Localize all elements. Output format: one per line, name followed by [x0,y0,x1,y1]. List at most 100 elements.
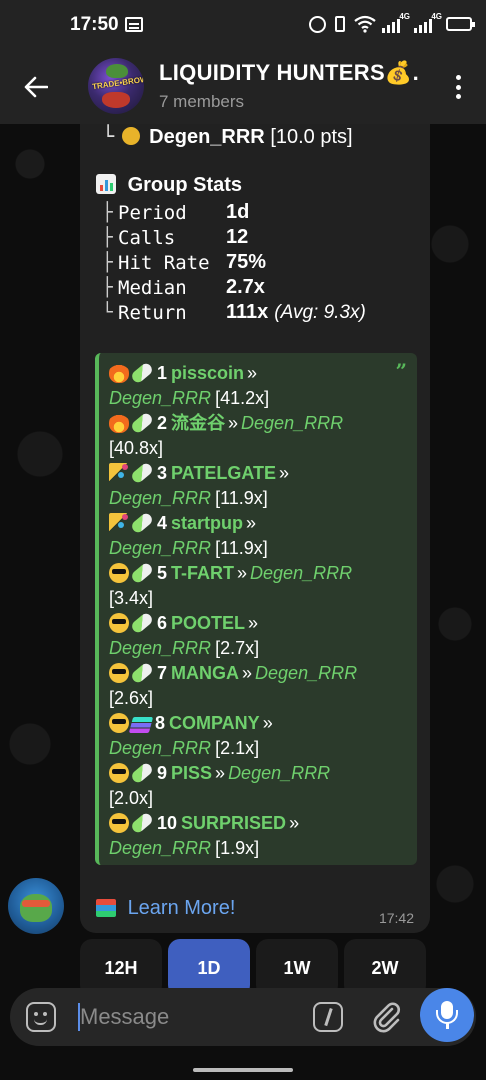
fire-icon [109,413,129,433]
call-rank: 4 [157,513,168,533]
sender-avatar[interactable] [8,878,64,934]
call-item: 6 POOTEL» [109,611,261,635]
call-item: 7 MANGA» Degen_RRR [109,661,357,685]
call-item: 2 流金谷» Degen_RRR [109,411,343,435]
call-item: 1 pisscoin» [109,361,260,385]
paperclip-icon[interactable] [370,1000,404,1034]
call-rank: 6 [157,613,168,633]
sticker-icon[interactable] [26,1002,56,1032]
call-rank: 1 [157,363,168,383]
call-rank: 10 [157,813,178,833]
chat-title[interactable]: LIQUIDITY HUNTERS💰. [159,60,419,86]
vibrate-icon [335,16,345,32]
call-rank: 2 [157,413,168,433]
separator: » [262,713,273,733]
call-item-continued: Degen_RRR [1.9x] [109,836,259,860]
caller-name[interactable]: Degen_RRR [109,838,211,858]
call-item: 3 PATELGATE» [109,461,292,485]
top-rank-line: └ Degen_RRR [10.0 pts] [102,124,353,149]
pill-icon [129,761,155,785]
pill-icon [129,811,155,835]
call-rank: 7 [157,663,168,683]
arrow-left-icon [24,76,48,98]
caller-name[interactable]: Degen_RRR [228,763,330,783]
call-item: 8 COMPANY» [109,711,276,735]
call-item: 9 PISS» Degen_RRR [109,761,330,785]
learn-more-link[interactable]: Learn More! [96,897,235,920]
caller-name[interactable]: Degen_RRR [109,488,211,508]
token-link[interactable]: SURPRISED [181,813,286,833]
call-rank: 9 [157,763,168,783]
token-link[interactable]: COMPANY [169,713,260,733]
alarm-icon [309,15,326,33]
call-multiplier: [40.8x] [109,438,164,458]
separator: » [237,563,248,583]
call-rank: 3 [157,463,168,483]
caller-name[interactable]: Degen_RRR [255,663,357,683]
caller-name[interactable]: Degen_RRR [109,538,211,558]
fire-icon [109,363,129,383]
token-link[interactable]: PISS [171,763,212,783]
call-multiplier: [2.7x] [215,638,260,658]
message-bubble[interactable]: └ Degen_RRR [10.0 pts] Group Stats ├ Per… [80,124,430,933]
more-options-button[interactable] [446,72,470,102]
status-icons: 4G 4G [309,12,475,36]
books-icon [96,899,116,917]
call-item: 4 startpup» [109,511,259,535]
separator: » [228,413,239,433]
quote-icon: ” [395,359,407,383]
message-input[interactable] [80,1000,300,1034]
call-item-continued: Degen_RRR [11.9x] [109,486,268,510]
call-item: 10 SURPRISED» [109,811,302,835]
token-link[interactable]: PATELGATE [171,463,276,483]
stat-median: ├ Median 2.7x [102,276,265,299]
group-stats-heading: Group Stats [96,174,242,197]
pill-icon [129,511,155,535]
token-link[interactable]: MANGA [171,663,239,683]
call-multiplier: [11.9x] [215,488,268,508]
call-item: 5 T-FART» Degen_RRR [109,561,352,585]
medal-icon [121,127,140,145]
call-item-continued: Degen_RRR [2.7x] [109,636,259,660]
sunglasses-face-icon [109,813,129,833]
token-link[interactable]: 流金谷 [171,413,225,433]
calls-blockquote[interactable]: ” 1 pisscoin» Degen_RRR [41.2x] 2 流金谷» Degen_R… [95,353,417,865]
separator: » [246,513,257,533]
message-composer [10,988,476,1046]
sunglasses-face-icon [109,563,129,583]
call-multiplier: [2.0x] [109,788,154,808]
microphone-button[interactable] [420,988,474,1042]
caller-name[interactable]: Degen_RRR [241,413,343,433]
bot-commands-icon[interactable] [313,1002,343,1032]
signal-icon-1: 4G [382,12,410,33]
top-caller-points: [10.0 pts] [270,126,353,148]
separator: » [242,663,253,683]
pill-icon [129,611,155,635]
call-rank: 5 [157,563,168,583]
call-item-continued: Degen_RRR [11.9x] [109,536,268,560]
stat-calls: ├ Calls 12 [102,226,249,249]
caller-name[interactable]: Degen_RRR [109,388,211,408]
pill-icon [129,461,155,485]
pill-icon [129,561,155,585]
tree-branch: └ [102,124,115,148]
pill-icon [129,361,155,385]
top-caller-name: Degen_RRR [149,126,265,148]
token-link[interactable]: T-FART [171,563,234,583]
group-avatar[interactable]: TRADE•BROWAN [88,58,144,114]
call-multiplier: [41.2x] [215,388,270,408]
back-button[interactable] [14,67,58,107]
party-popper-icon [109,463,129,483]
token-link[interactable]: POOTEL [171,613,245,633]
caller-name[interactable]: Degen_RRR [109,638,211,658]
notification-icon [125,17,143,32]
token-link[interactable]: startpup [171,513,243,533]
caller-name[interactable]: Degen_RRR [250,563,352,583]
caller-name[interactable]: Degen_RRR [109,738,211,758]
token-link[interactable]: pisscoin [171,363,244,383]
separator: » [247,363,258,383]
sunglasses-face-icon [109,613,129,633]
stat-return: └ Return 111x (Avg: 9.3x) [102,301,366,324]
sunglasses-face-icon [109,663,129,683]
separator: » [215,763,226,783]
